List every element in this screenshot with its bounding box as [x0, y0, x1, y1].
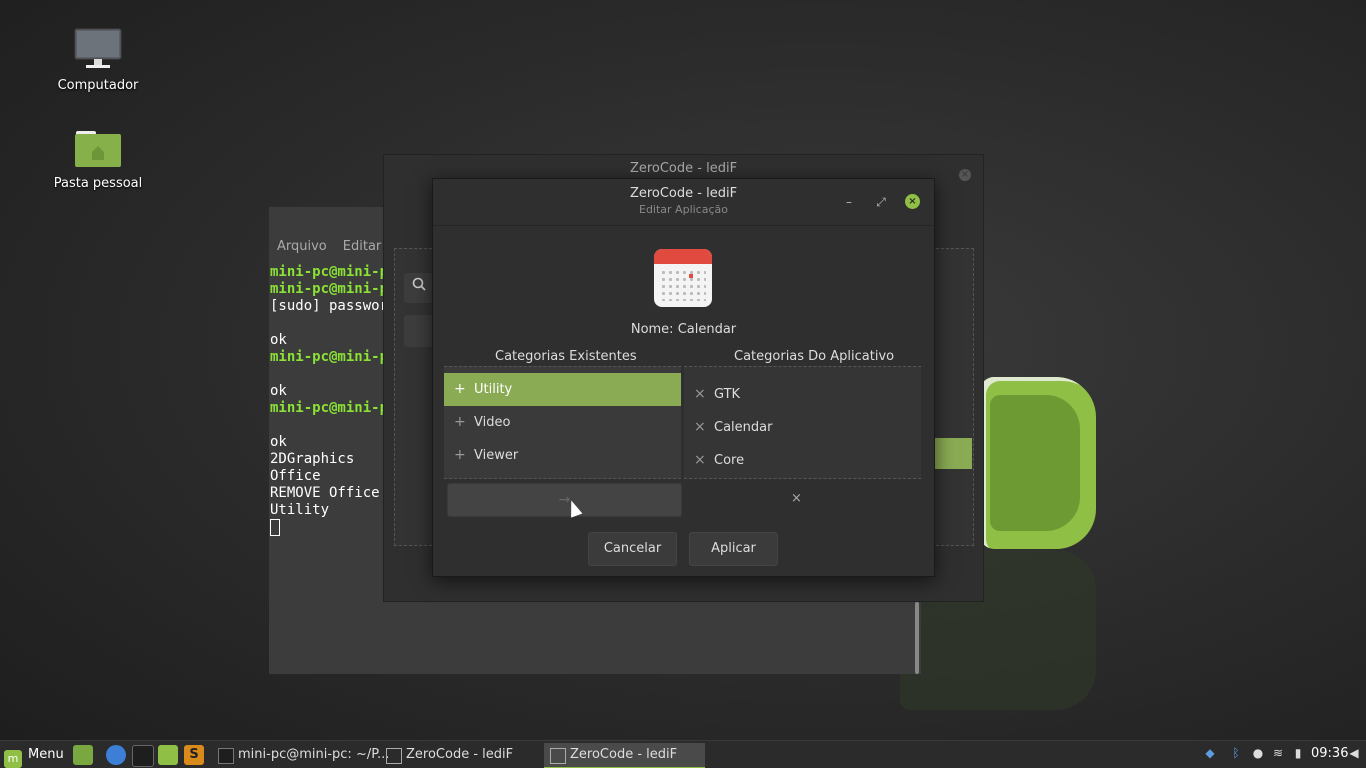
clock[interactable]: 09:36 — [1311, 746, 1348, 761]
computer-icon — [74, 28, 122, 68]
window-icon — [550, 748, 566, 764]
selected-row-highlight — [932, 438, 972, 469]
close-icon[interactable]: × — [905, 194, 920, 209]
terminal-line: Utility — [270, 502, 330, 518]
terminal-line: mini-pc@mini-p — [270, 264, 389, 280]
terminal-menubar: Arquivo Editar — [269, 239, 389, 259]
wallpaper-mint-logo — [980, 377, 1096, 549]
edit-application-dialog[interactable]: ZeroCode - lediF Editar Aplicação – ⤢ × … — [432, 178, 935, 577]
terminal-launcher-icon[interactable] — [132, 745, 154, 767]
task-label: ZeroCode - lediF — [406, 747, 514, 762]
terminal-line: ok — [270, 332, 287, 348]
list-item-label: GTK — [714, 387, 741, 402]
list-item-label: Core — [714, 453, 745, 468]
mint-menu-icon: m — [4, 750, 22, 768]
desktop-icon-label: Pasta pessoal — [53, 176, 143, 191]
close-icon[interactable]: × — [959, 169, 971, 181]
terminal-line: 2DGraphics — [270, 451, 355, 467]
cancel-button[interactable]: Cancelar — [588, 532, 677, 566]
plus-icon: + — [454, 381, 466, 397]
plus-icon: + — [454, 447, 466, 463]
user-icon[interactable]: ● — [1250, 745, 1266, 761]
list-item[interactable]: + Utility — [444, 373, 681, 406]
terminal-line: Office — [270, 468, 321, 484]
terminal-line: mini-pc@mini-p — [270, 400, 389, 416]
taskbar: m Menu S mini-pc@mini-pc: ~/P... ZeroCode… — [0, 740, 1366, 768]
task-terminal[interactable]: mini-pc@mini-pc: ~/P... — [212, 743, 393, 767]
desktop-icon-label: Computador — [57, 78, 139, 93]
existing-categories-list[interactable]: + Utility + Video + Viewer — [444, 366, 681, 479]
task-label: mini-pc@mini-pc: ~/P... — [238, 747, 390, 762]
side-button[interactable] — [404, 315, 434, 347]
dialog-header: ZeroCode - lediF Editar Aplicação – ⤢ × — [433, 179, 934, 226]
desktop-icon-home-folder[interactable]: Pasta pessoal — [38, 130, 158, 191]
task-zerocode[interactable]: ZeroCode - lediF — [380, 743, 546, 767]
sublime-icon[interactable]: S — [184, 745, 204, 765]
desktop-icon-computer[interactable]: Computador — [38, 28, 158, 93]
shield-icon[interactable]: ◆ — [1202, 745, 1218, 761]
volume-icon[interactable]: ◀ — [1346, 745, 1362, 761]
terminal-line: ok — [270, 434, 287, 450]
remove-icon: × — [694, 386, 706, 402]
menu-label: Menu — [28, 747, 64, 762]
menu-editar[interactable]: Editar — [343, 239, 382, 254]
list-item[interactable]: × Core — [684, 444, 921, 477]
calendar-icon — [654, 249, 712, 307]
app-categories-list[interactable]: × GTK × Calendar × Core — [684, 366, 921, 479]
terminal-line: ok — [270, 383, 287, 399]
window-icon — [386, 748, 402, 764]
search-icon[interactable] — [404, 273, 434, 303]
list-item-label: Viewer — [474, 448, 519, 463]
list-item[interactable]: + Video — [444, 406, 681, 439]
list-item-label: Calendar — [714, 420, 773, 435]
terminal-line: [sudo] passwor — [270, 298, 389, 314]
terminal-scrollbar[interactable] — [915, 602, 919, 674]
minimize-icon[interactable]: – — [840, 193, 858, 211]
show-desktop-icon[interactable] — [73, 745, 93, 765]
plus-icon: + — [454, 414, 466, 430]
battery-icon[interactable]: ▮ — [1290, 745, 1306, 761]
home-folder-icon — [75, 131, 121, 167]
menu-arquivo[interactable]: Arquivo — [277, 239, 327, 254]
list-item[interactable]: × GTK — [684, 378, 921, 411]
list-item-label: Utility — [474, 382, 513, 397]
dialog-subtitle: Editar Aplicação — [639, 203, 728, 216]
bluetooth-icon[interactable]: ᛒ — [1228, 745, 1244, 761]
remove-icon: × — [694, 419, 706, 435]
existing-categories-header: Categorias Existentes — [495, 349, 637, 364]
list-item-label: Video — [474, 415, 511, 430]
add-category-button[interactable]: → — [447, 483, 682, 517]
task-zerocode-active[interactable]: ZeroCode - lediF — [544, 743, 705, 768]
list-item[interactable]: + Viewer — [444, 439, 681, 472]
app-categories-header: Categorias Do Aplicativo — [734, 349, 895, 364]
maximize-icon[interactable]: ⤢ — [872, 193, 890, 211]
app-name-label: Nome: Calendar — [630, 322, 737, 337]
apply-button[interactable]: Aplicar — [689, 532, 778, 566]
task-label: ZeroCode - lediF — [570, 747, 678, 762]
menu-button[interactable]: m Menu — [4, 744, 64, 768]
remove-category-button[interactable]: × — [791, 491, 802, 506]
wifi-icon[interactable]: ≋ — [1270, 745, 1286, 761]
files-icon[interactable] — [158, 745, 178, 765]
terminal-line: mini-pc@mini-p — [270, 349, 389, 365]
remove-icon: × — [694, 452, 706, 468]
terminal-output: mini-pc@mini-p mini-pc@mini-p [sudo] pas… — [270, 264, 388, 538]
dialog-title: ZeroCode - lediF — [629, 186, 738, 201]
terminal-line: mini-pc@mini-p — [270, 281, 389, 297]
terminal-icon — [218, 748, 234, 764]
list-item[interactable]: × Calendar — [684, 411, 921, 444]
terminal-cursor — [270, 519, 280, 536]
terminal-line: REMOVE Office — [270, 485, 380, 501]
browser-icon[interactable] — [106, 745, 126, 765]
